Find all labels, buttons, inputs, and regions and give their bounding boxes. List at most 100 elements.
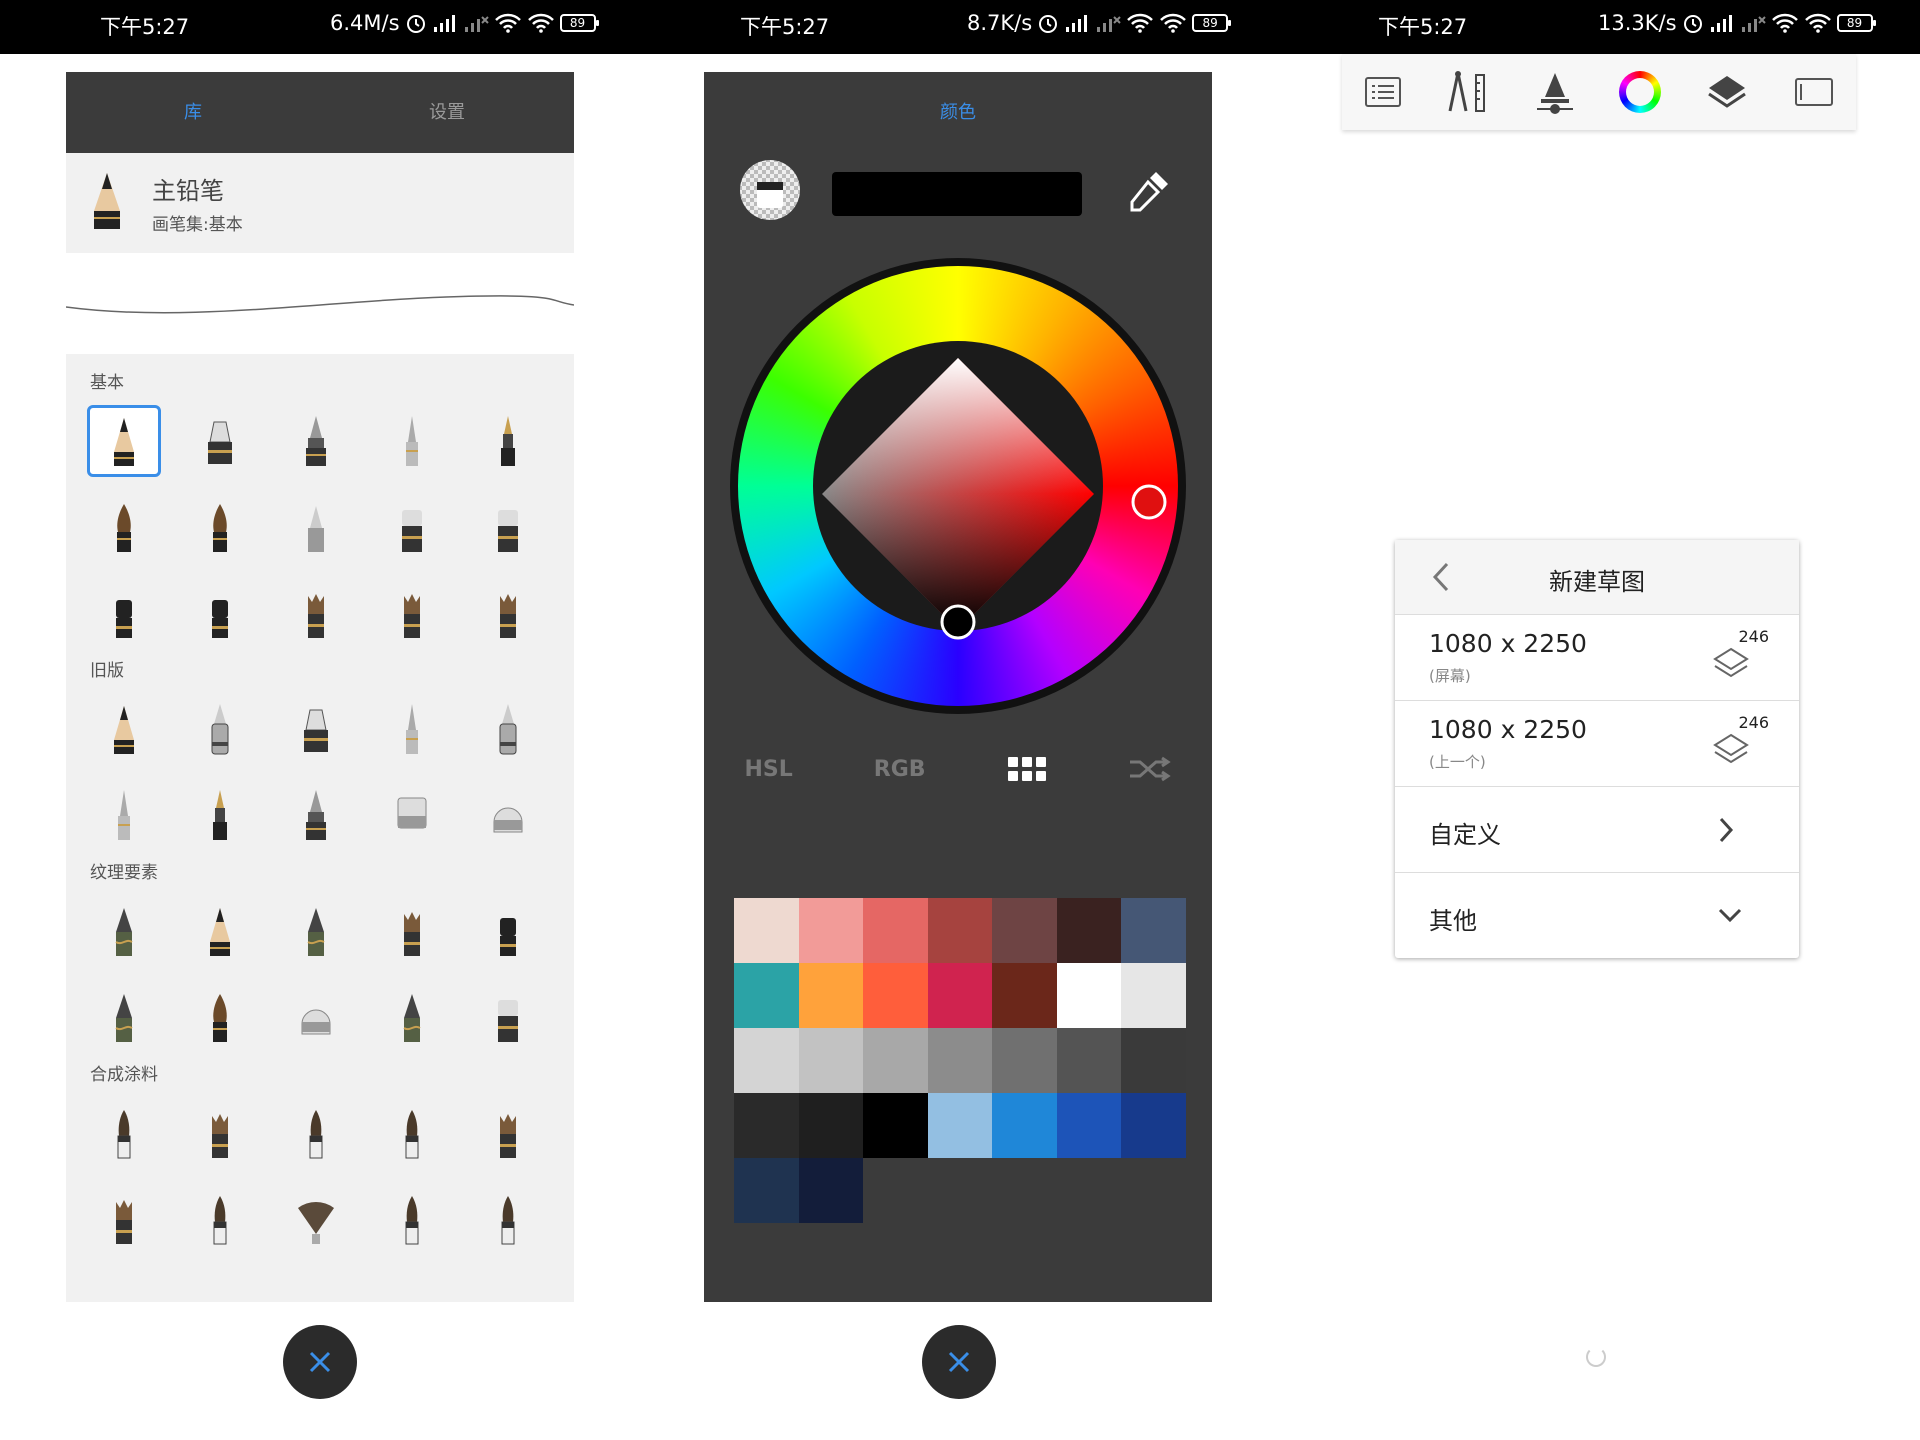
- palette-swatch[interactable]: [798, 963, 863, 1028]
- brush-item[interactable]: [460, 1176, 556, 1262]
- palette-swatch[interactable]: [992, 1028, 1057, 1093]
- brush-item[interactable]: [364, 772, 460, 858]
- palette-swatch[interactable]: [734, 1158, 799, 1223]
- transparency-toggle-icon[interactable]: [738, 158, 802, 222]
- color-tool-icon[interactable]: [1619, 71, 1662, 113]
- palette-swatch[interactable]: [1121, 1028, 1186, 1093]
- brush-item[interactable]: [76, 772, 172, 858]
- brush-item[interactable]: [460, 484, 556, 570]
- brush-item[interactable]: [364, 398, 460, 484]
- brush-item[interactable]: [268, 686, 364, 772]
- list-icon[interactable]: [1364, 76, 1402, 108]
- bristle-brush-icon: [471, 1097, 545, 1169]
- brush-item[interactable]: [76, 398, 172, 484]
- tab-library[interactable]: 库: [66, 72, 320, 153]
- palette-swatch[interactable]: [798, 1093, 863, 1158]
- brush-item[interactable]: [76, 484, 172, 570]
- palette-swatch[interactable]: [734, 1093, 799, 1158]
- eyedropper-icon[interactable]: [1126, 168, 1172, 214]
- brush-item[interactable]: [172, 974, 268, 1060]
- brush-item[interactable]: [364, 1176, 460, 1262]
- palette-swatch[interactable]: [863, 1028, 928, 1093]
- brush-item[interactable]: [364, 570, 460, 656]
- current-brush[interactable]: 主铅笔 画笔集:基本: [66, 153, 574, 253]
- palette-grid-icon[interactable]: [1007, 755, 1047, 783]
- brush-item[interactable]: [172, 686, 268, 772]
- brush-item[interactable]: [268, 484, 364, 570]
- brush-item[interactable]: [268, 570, 364, 656]
- palette-swatch[interactable]: [927, 1028, 992, 1093]
- option-previous-size[interactable]: 1080 x 2250 (上一个) 246: [1395, 701, 1799, 787]
- tab-rgb[interactable]: RGB: [874, 757, 926, 782]
- palette-swatch[interactable]: [992, 963, 1057, 1028]
- brush-item[interactable]: [268, 974, 364, 1060]
- brush-item[interactable]: [460, 888, 556, 974]
- tab-hsl[interactable]: HSL: [744, 757, 792, 782]
- close-button[interactable]: [283, 1325, 357, 1399]
- color-triangle[interactable]: [730, 258, 1186, 714]
- brush-item[interactable]: [268, 398, 364, 484]
- palette-swatch[interactable]: [1121, 1093, 1186, 1158]
- palette-swatch[interactable]: [798, 1158, 863, 1223]
- tab-settings[interactable]: 设置: [320, 72, 574, 153]
- brush-item[interactable]: [364, 974, 460, 1060]
- ruler-compass-icon[interactable]: [1446, 69, 1490, 115]
- brush-item[interactable]: [172, 1090, 268, 1176]
- brush-item[interactable]: [76, 570, 172, 656]
- palette-swatch[interactable]: [1056, 963, 1121, 1028]
- fullscreen-icon[interactable]: [1794, 77, 1834, 107]
- close-button[interactable]: [922, 1325, 996, 1399]
- option-other[interactable]: 其他: [1395, 873, 1799, 959]
- brush-item[interactable]: [76, 1176, 172, 1262]
- brush-item[interactable]: [364, 484, 460, 570]
- palette-swatch[interactable]: [927, 898, 992, 963]
- palette-swatch[interactable]: [734, 898, 799, 963]
- brush-item[interactable]: [76, 1090, 172, 1176]
- brush-item[interactable]: [460, 772, 556, 858]
- palette-swatch[interactable]: [927, 963, 992, 1028]
- brush-item[interactable]: [76, 974, 172, 1060]
- palette-swatch[interactable]: [1121, 898, 1186, 963]
- palette-swatch[interactable]: [1056, 1028, 1121, 1093]
- brush-item[interactable]: [460, 1090, 556, 1176]
- palette-swatch[interactable]: [734, 1028, 799, 1093]
- brush-item[interactable]: [172, 570, 268, 656]
- brush-item[interactable]: [268, 1176, 364, 1262]
- palette-swatch[interactable]: [992, 1093, 1057, 1158]
- brush-tool-icon[interactable]: [1535, 69, 1575, 115]
- palette-swatch[interactable]: [1121, 963, 1186, 1028]
- palette-swatch[interactable]: [863, 1093, 928, 1158]
- brush-item[interactable]: [364, 1090, 460, 1176]
- silverpen-brush-icon: [471, 693, 545, 765]
- brush-item[interactable]: [460, 974, 556, 1060]
- palette-swatch[interactable]: [992, 898, 1057, 963]
- palette-swatch[interactable]: [1056, 898, 1121, 963]
- brush-item[interactable]: [172, 772, 268, 858]
- palette-swatch[interactable]: [1056, 1093, 1121, 1158]
- brush-item[interactable]: [172, 1176, 268, 1262]
- option-custom[interactable]: 自定义: [1395, 787, 1799, 873]
- brush-item[interactable]: [76, 686, 172, 772]
- shuffle-icon[interactable]: [1128, 754, 1172, 784]
- brush-item[interactable]: [364, 888, 460, 974]
- palette-swatch[interactable]: [927, 1093, 992, 1158]
- layers-icon[interactable]: [1705, 72, 1749, 112]
- palette-swatch[interactable]: [798, 1028, 863, 1093]
- palette-swatch[interactable]: [863, 898, 928, 963]
- brush-item[interactable]: [268, 888, 364, 974]
- current-color-swatch[interactable]: [832, 172, 1082, 216]
- brush-item[interactable]: [172, 484, 268, 570]
- palette-swatch[interactable]: [798, 898, 863, 963]
- brush-item[interactable]: [76, 888, 172, 974]
- brush-item[interactable]: [460, 686, 556, 772]
- brush-item[interactable]: [268, 772, 364, 858]
- palette-swatch[interactable]: [734, 963, 799, 1028]
- brush-item[interactable]: [172, 888, 268, 974]
- brush-item[interactable]: [460, 398, 556, 484]
- option-screen-size[interactable]: 1080 x 2250 (屏幕) 246: [1395, 615, 1799, 701]
- brush-item[interactable]: [268, 1090, 364, 1176]
- brush-item[interactable]: [460, 570, 556, 656]
- brush-item[interactable]: [364, 686, 460, 772]
- palette-swatch[interactable]: [863, 963, 928, 1028]
- brush-item[interactable]: [172, 398, 268, 484]
